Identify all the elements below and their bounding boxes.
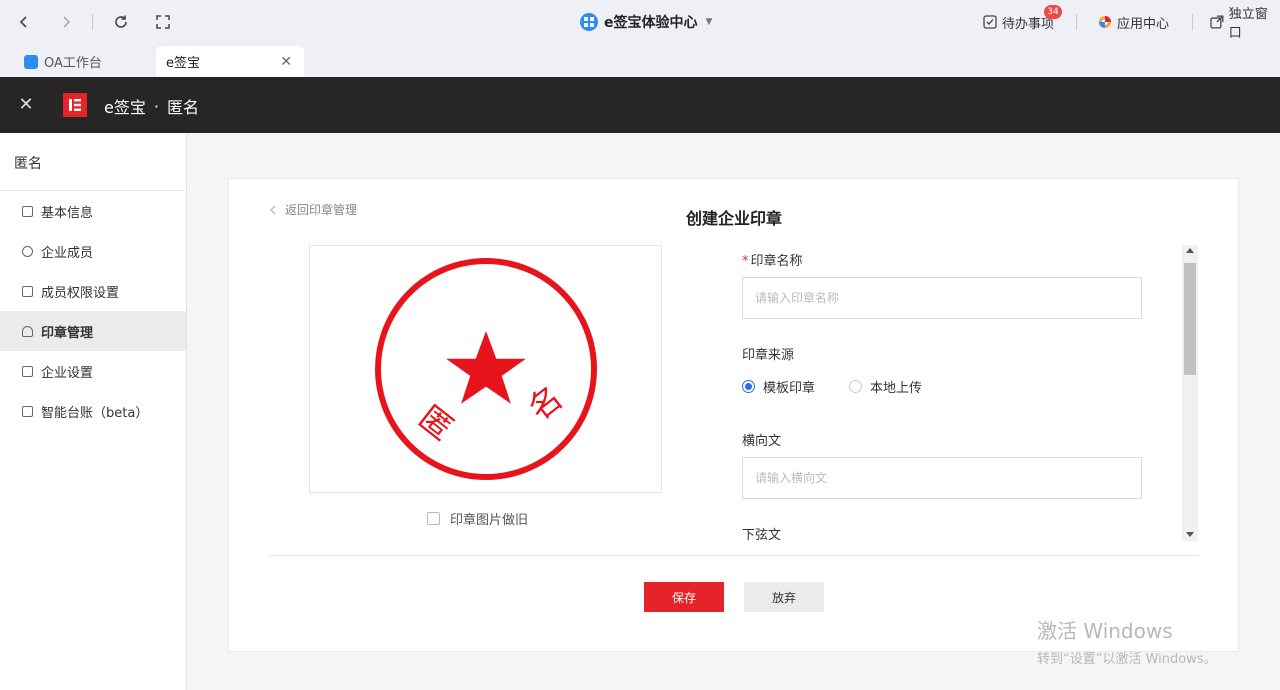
oa-app-icon xyxy=(24,54,38,69)
seal-icon xyxy=(22,325,33,337)
discard-button[interactable]: 放弃 xyxy=(744,582,824,612)
members-icon xyxy=(22,245,33,257)
tab-esign[interactable]: e签宝 ✕ xyxy=(156,46,304,77)
seal-image: 匿 名 xyxy=(375,258,597,480)
sidebar-item-label: 印章管理 xyxy=(41,325,94,341)
sidebar-item-label: 成员权限设置 xyxy=(41,285,120,301)
sidebar-item-members[interactable]: 企业成员 xyxy=(0,231,186,271)
radio-label: 本地上传 xyxy=(870,381,923,396)
radio-label: 模板印章 xyxy=(763,381,816,396)
sidebar-item-label: 企业成员 xyxy=(41,245,94,261)
form-title: 创建企业印章 xyxy=(686,209,783,228)
sidebar-item-seal-management[interactable]: 印章管理 xyxy=(0,311,186,351)
chevron-down-icon: ▼ xyxy=(705,17,713,27)
horizontal-text-input[interactable] xyxy=(742,457,1142,499)
sidebar: 匿名 基本信息 企业成员 成员权限设置 印章管理 企业设置 智能台账（beta） xyxy=(0,133,187,690)
seal-source-options: 模板印章 本地上传 xyxy=(742,377,922,396)
app-center-icon xyxy=(1099,16,1111,28)
sidebar-item-company-settings[interactable]: 企业设置 xyxy=(0,351,186,391)
forward-arrow-icon[interactable] xyxy=(55,11,77,33)
windows-activation-watermark: 激活 Windows 转到“设置”以激活 Windows。 xyxy=(1037,615,1217,667)
back-link-label: 返回印章管理 xyxy=(285,203,358,217)
tab-oa-workbench[interactable]: OA工作台 xyxy=(14,46,154,77)
seal-aging-label: 印章图片做旧 xyxy=(450,513,529,528)
browser-toolbar: e签宝体验中心 ▼ 待办事项 34 应用中心 独立窗口 xyxy=(0,0,1280,44)
title-separator: · xyxy=(153,96,159,116)
esign-logo-icon xyxy=(63,93,87,117)
scroll-down-icon[interactable] xyxy=(1186,532,1194,537)
seal-form: *印章名称 印章来源 模板印章 本地上传 横向文 下弦文 xyxy=(734,245,1199,541)
sidebar-item-permissions[interactable]: 成员权限设置 xyxy=(0,271,186,311)
close-tab-icon[interactable]: ✕ xyxy=(280,54,292,70)
todo-button[interactable]: 待办事项 34 xyxy=(983,5,1062,33)
external-window-icon xyxy=(1210,15,1224,29)
org-name: 匿名 xyxy=(166,98,199,117)
tab-strip: OA工作台 e签宝 ✕ xyxy=(0,44,1280,77)
close-icon[interactable]: ✕ xyxy=(16,94,36,115)
todo-check-icon xyxy=(983,15,997,29)
document-icon xyxy=(22,205,33,217)
refresh-icon[interactable] xyxy=(110,11,132,33)
settings-icon xyxy=(22,365,33,377)
create-seal-card: 返回印章管理 创建企业印章 匿 名 印章图片做旧 *印章名称 印章来源 模板印章… xyxy=(228,178,1239,652)
sidebar-item-label: 基本信息 xyxy=(41,205,94,221)
scrollbar-thumb[interactable] xyxy=(1184,263,1196,375)
standalone-window-label: 独立窗口 xyxy=(1228,7,1268,41)
tab-label: OA工作台 xyxy=(44,56,102,71)
seal-preview: 匿 名 xyxy=(309,245,662,493)
chord-text-label: 下弦文 xyxy=(742,528,782,541)
sidebar-item-smart-ledger[interactable]: 智能台账（beta） xyxy=(0,391,186,431)
app-title: e签宝体验中心 xyxy=(604,15,698,31)
seal-name-label-text: 印章名称 xyxy=(750,254,803,269)
toolbar-divider xyxy=(1076,14,1077,30)
sidebar-item-label: 企业设置 xyxy=(41,365,94,381)
fullscreen-icon[interactable] xyxy=(152,11,174,33)
seal-char-1: 匿 xyxy=(412,398,461,448)
seal-name-input[interactable] xyxy=(742,277,1142,319)
seal-aging-option[interactable]: 印章图片做旧 xyxy=(427,509,528,528)
chevron-left-icon xyxy=(270,205,276,214)
seal-name-label: * 印章名称 xyxy=(742,250,803,269)
required-mark: * xyxy=(742,254,749,269)
radio-local-upload[interactable] xyxy=(849,380,863,393)
toolbar-divider xyxy=(92,14,93,30)
app-header: ✕ e签宝 · 匿名 xyxy=(0,77,1280,133)
seal-char-2: 名 xyxy=(521,378,570,428)
todo-count-badge: 34 xyxy=(1044,5,1062,19)
app-center-label: 应用中心 xyxy=(1117,16,1170,32)
toolbar-divider xyxy=(1192,14,1193,30)
permission-icon xyxy=(22,285,33,297)
ledger-icon xyxy=(22,405,33,417)
back-to-seal-management-link[interactable]: 返回印章管理 xyxy=(269,201,357,218)
seal-source-label: 印章来源 xyxy=(742,348,795,363)
standalone-window-button[interactable]: 独立窗口 xyxy=(1210,7,1280,41)
form-scrollbar[interactable] xyxy=(1182,245,1198,541)
watermark-line-2: 转到“设置”以激活 Windows。 xyxy=(1037,652,1217,667)
radio-template-seal[interactable] xyxy=(742,380,755,393)
app-grid-icon xyxy=(580,13,598,31)
scroll-up-icon[interactable] xyxy=(1186,248,1194,253)
app-title-dropdown[interactable]: e签宝体验中心 ▼ xyxy=(580,11,712,33)
sidebar-title: 匿名 xyxy=(0,133,186,191)
sidebar-item-basic-info[interactable]: 基本信息 xyxy=(0,191,186,231)
seal-aging-checkbox[interactable] xyxy=(427,512,440,525)
app-center-button[interactable]: 应用中心 xyxy=(1098,11,1169,33)
watermark-line-1: 激活 Windows xyxy=(1037,619,1173,643)
tab-label: e签宝 xyxy=(166,56,200,71)
back-arrow-icon[interactable] xyxy=(13,11,35,33)
horizontal-text-label: 横向文 xyxy=(742,434,782,449)
header-title: e签宝 · 匿名 xyxy=(104,94,199,118)
divider xyxy=(269,555,1199,556)
save-button[interactable]: 保存 xyxy=(644,582,724,612)
app-name: e签宝 xyxy=(104,98,146,117)
sidebar-item-label: 智能台账（beta） xyxy=(41,405,149,421)
